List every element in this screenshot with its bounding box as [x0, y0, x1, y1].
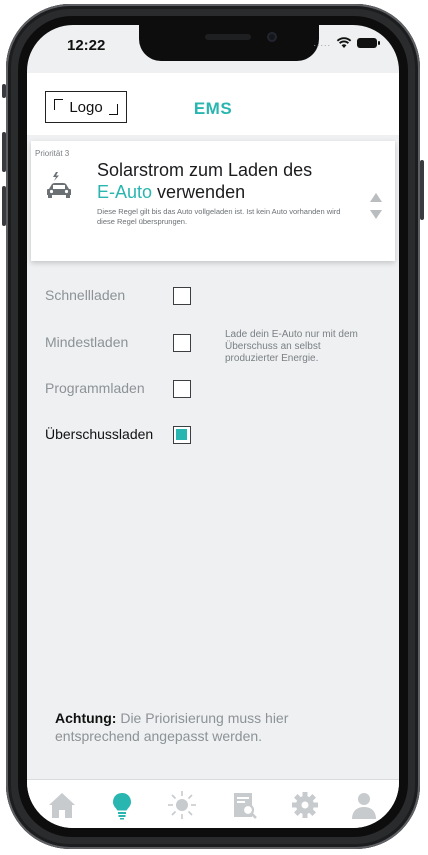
rule-title-accent: E-Auto: [97, 182, 153, 202]
status-time: 12:22: [67, 37, 106, 54]
side-button-right: [420, 160, 424, 220]
report-search-icon[interactable]: [229, 790, 259, 820]
user-icon[interactable]: [349, 790, 379, 820]
phone-screen: Logo EMS 12:22 ..... Priorität 3 Solarst…: [27, 25, 399, 828]
option-label-mindestladen: Mindestladen: [45, 334, 129, 350]
electric-car-icon: [47, 172, 71, 198]
checkbox-ueberschussladen[interactable]: [173, 426, 191, 444]
rule-card[interactable]: Priorität 3 Solarstrom zum Laden des E-A…: [31, 141, 395, 261]
logo-label: Logo: [69, 98, 103, 116]
speaker-grille: [205, 34, 251, 40]
battery-icon: [357, 38, 380, 48]
checkbox-schnellladen[interactable]: [173, 287, 191, 305]
signal-dots: .....: [313, 38, 331, 48]
checkbox-programmladen[interactable]: [173, 380, 191, 398]
front-camera: [267, 32, 277, 42]
home-icon[interactable]: [47, 790, 77, 820]
rule-title-rest: verwenden: [157, 182, 246, 202]
option-label-ueberschussladen: Überschussladen: [45, 426, 154, 442]
option-info-text: Lade dein E-Auto nur mit dem Überschuss …: [225, 329, 358, 364]
device-mockup: Logo EMS 12:22 ..... Priorität 3 Solarst…: [0, 0, 428, 855]
logo-bracket-icon: [54, 99, 63, 110]
app-header: Logo EMS: [27, 73, 399, 135]
warning-note: Achtung: Die Priorisierung muss hier ent…: [55, 709, 375, 745]
bottom-tab-bar: [27, 779, 399, 828]
rule-title-line-1: Solarstrom zum Laden des: [97, 160, 313, 180]
sun-icon[interactable]: [167, 790, 197, 820]
reorder-arrows-icon[interactable]: [369, 189, 383, 223]
rule-description: Diese Regel gilt bis das Auto vollgelade…: [97, 207, 341, 226]
wifi-icon: [336, 37, 352, 48]
rule-title: Solarstrom zum Laden des E-Auto verwende…: [97, 159, 312, 203]
status-indicators: .....: [313, 37, 380, 49]
option-label-schnellladen: Schnellladen: [45, 287, 126, 303]
rule-title-line-2: E-Auto verwenden: [97, 181, 312, 203]
priority-label: Priorität 3: [35, 149, 70, 158]
phone-frame: Logo EMS 12:22 ..... Priorität 3 Solarst…: [6, 4, 420, 849]
phone-notch: [139, 25, 319, 61]
checkbox-mindestladen[interactable]: [173, 334, 191, 352]
logo-bracket-icon: [109, 104, 118, 115]
gear-icon[interactable]: [290, 790, 320, 820]
warning-emphasis: Achtung:: [55, 710, 117, 726]
logo[interactable]: Logo: [45, 91, 127, 123]
phone-bezel: Logo EMS 12:22 ..... Priorität 3 Solarst…: [18, 16, 408, 837]
lightbulb-icon[interactable]: [107, 790, 137, 820]
option-label-programmladen: Programmladen: [45, 380, 145, 396]
